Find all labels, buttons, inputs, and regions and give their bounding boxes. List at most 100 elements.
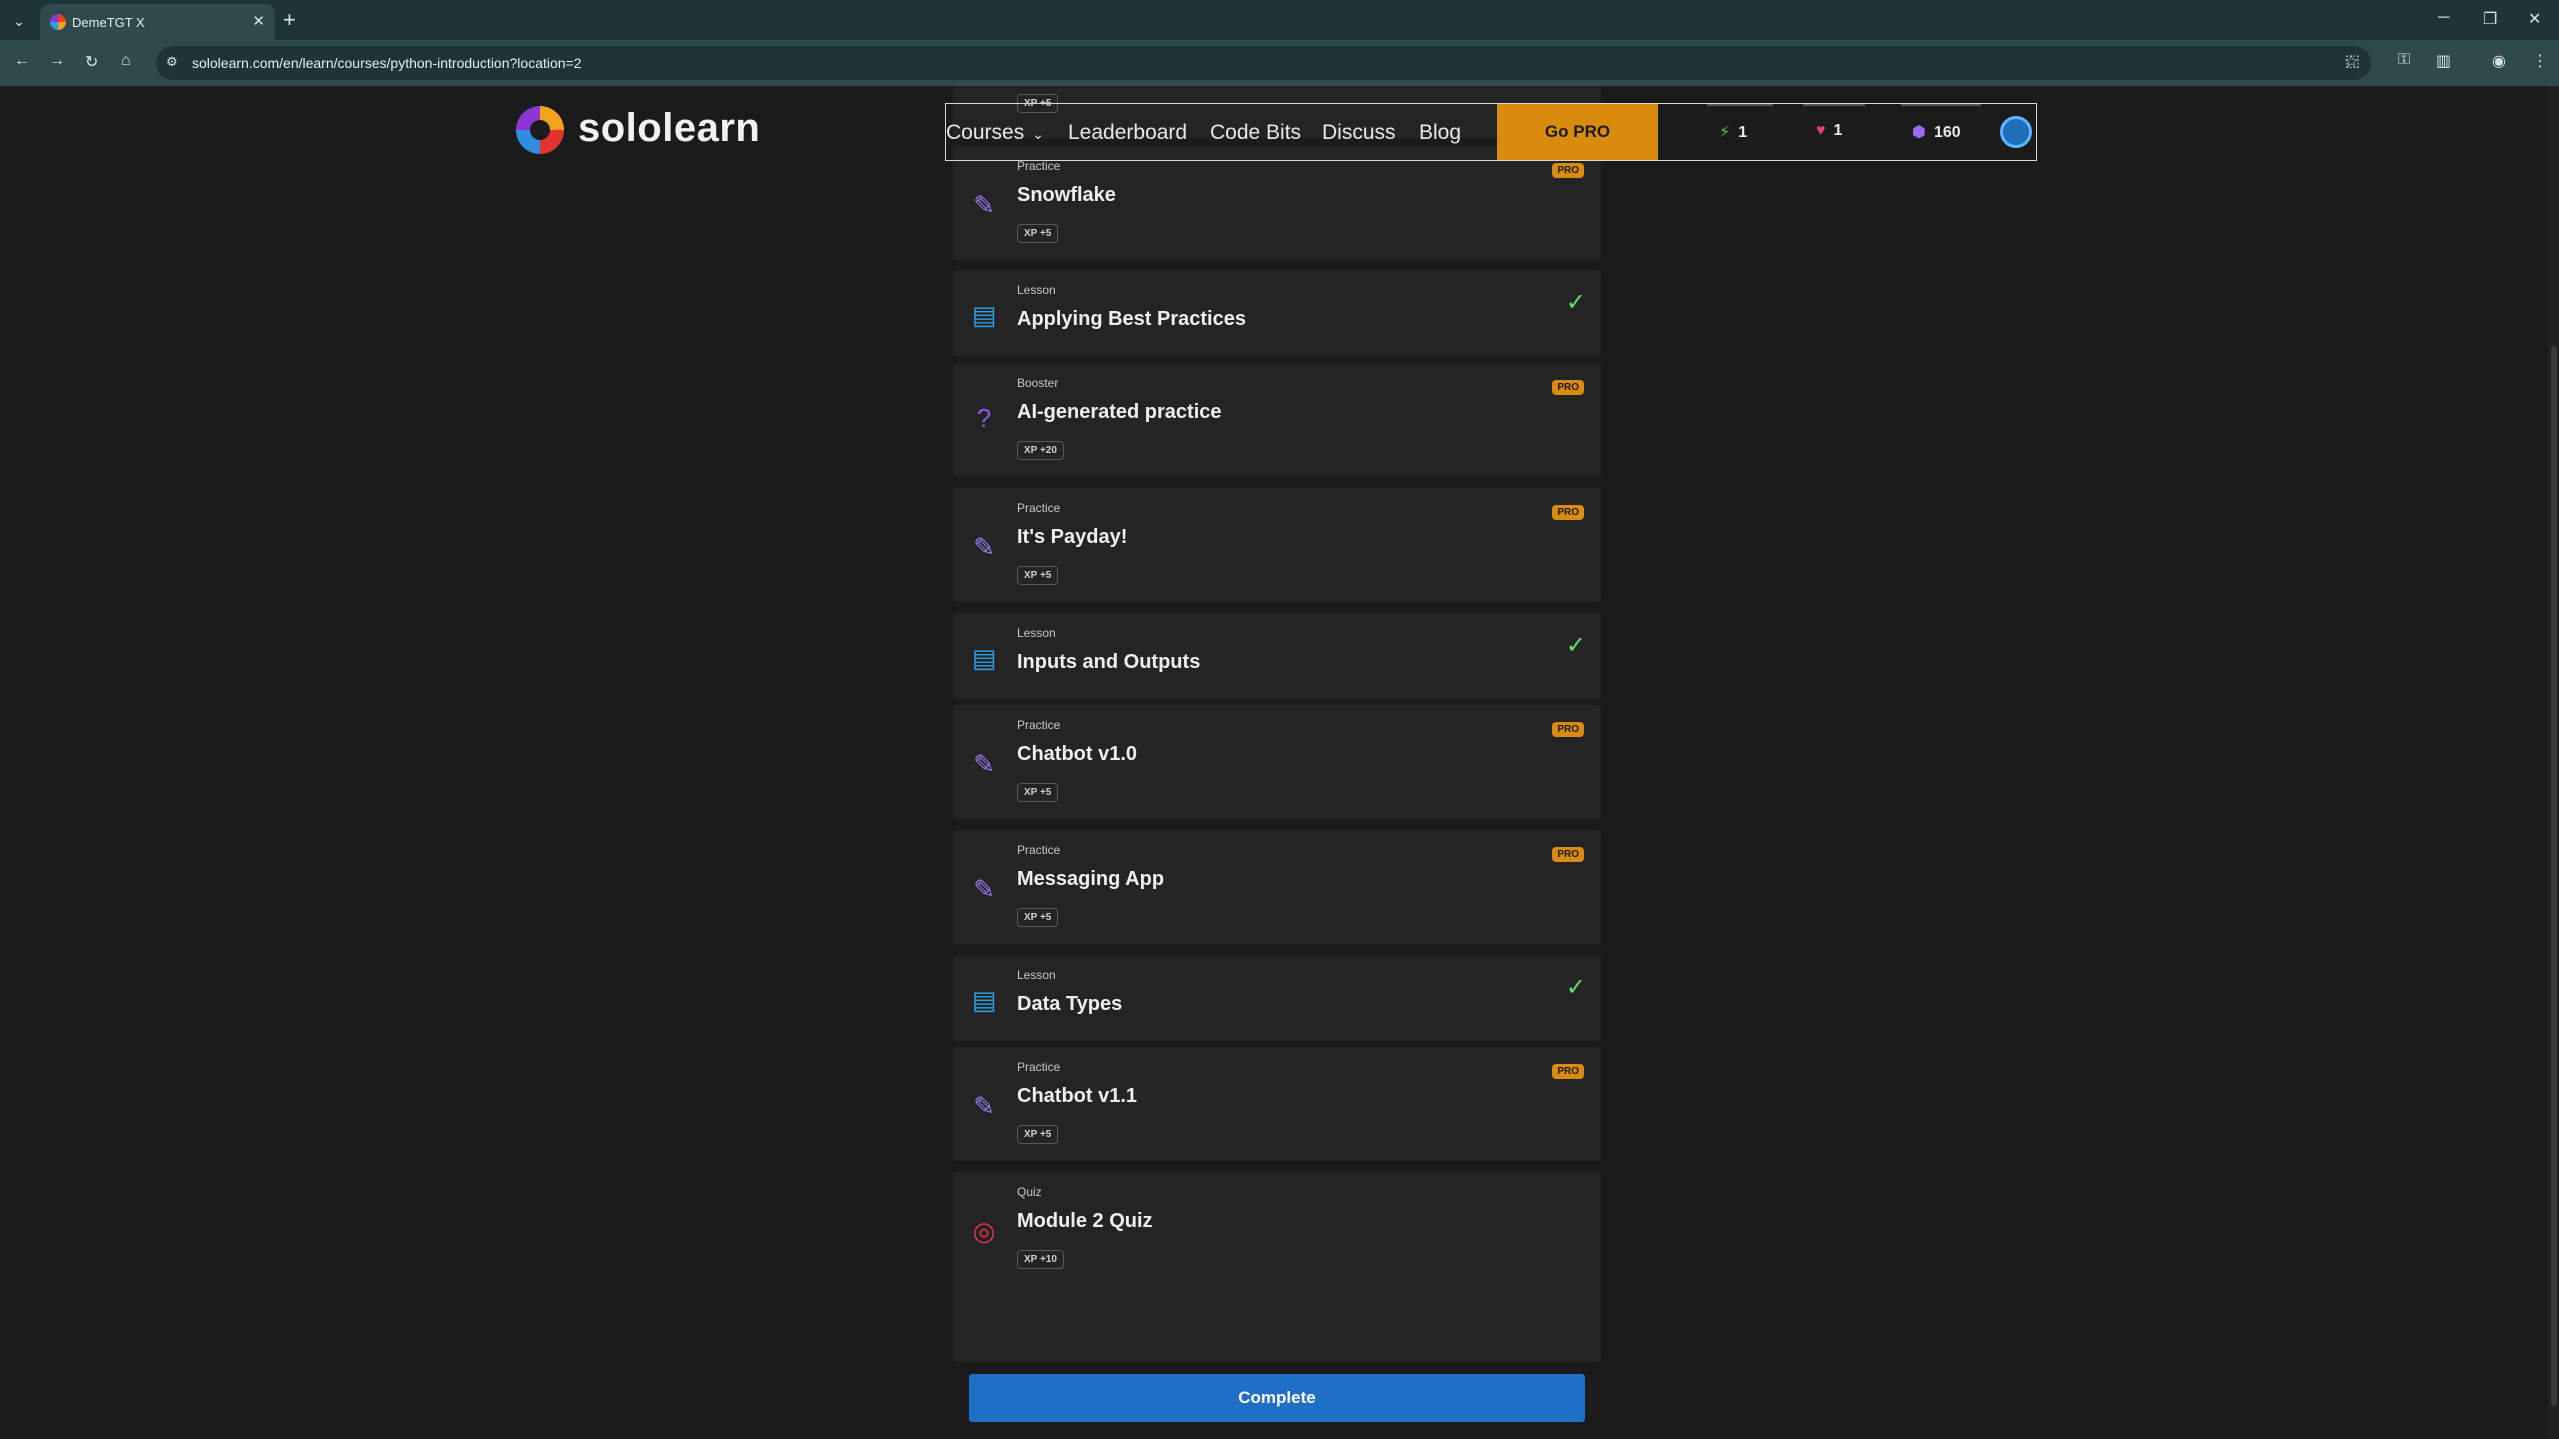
pencil-icon: ✎ — [973, 532, 995, 562]
pro-badge: PRO — [1552, 1064, 1584, 1079]
reading-mode-icon[interactable]: ▥ — [2436, 51, 2451, 71]
profile-icon[interactable]: ◉ — [2492, 51, 2506, 71]
url-text[interactable]: sololearn.com/en/learn/courses/python-in… — [192, 55, 582, 71]
item-type: Lesson — [1017, 283, 1056, 297]
password-key-icon[interactable]: ⚿ — [2398, 51, 2410, 69]
item-type: Lesson — [1017, 626, 1056, 640]
streak-counter[interactable]: ⚡ 1 — [1719, 122, 1747, 142]
nav-discuss[interactable]: Discuss — [1322, 121, 1396, 145]
tab-list-button[interactable]: ⌄ — [6, 8, 32, 34]
item-title: Applying Best Practices — [1017, 308, 1246, 330]
browser-tab-bar: ⌄ DemeTGT X ✕ + ─ ❐ ✕ — [0, 0, 2559, 40]
pencil-icon: ✎ — [973, 190, 995, 220]
sololearn-logo-icon — [516, 106, 564, 154]
pencil-icon: ✎ — [973, 874, 995, 904]
item-title: Snowflake — [1017, 184, 1116, 206]
xp-badge: XP +5 — [1017, 908, 1059, 927]
item-title: Data Types — [1017, 993, 1123, 1015]
list-item[interactable]: ✎ Practice Chatbot v1.0 XP +5 PRO — [953, 705, 1601, 819]
xp-badge: XP +5 — [1017, 224, 1059, 243]
list-item[interactable]: ▤ Lesson Data Types ✓ — [953, 955, 1601, 1041]
top-navigation: Courses ⌄ Leaderboard Code Bits Discuss B… — [945, 103, 2037, 161]
back-icon[interactable]: ← — [14, 52, 30, 70]
complete-button[interactable]: Complete — [969, 1374, 1585, 1422]
list-item[interactable]: ✎ Practice Snowflake XP +5 PRO — [953, 146, 1601, 260]
question-mark-icon: ? — [976, 403, 992, 433]
list-item[interactable]: ▤ Lesson Inputs and Outputs ✓ — [953, 613, 1601, 699]
xp-badge: XP +5 — [1017, 566, 1059, 585]
pro-badge: PRO — [1552, 505, 1584, 520]
nav-code-bits[interactable]: Code Bits — [1210, 121, 1301, 145]
page-content: sololearn XP +5 ✎ Practice Snowflake XP … — [0, 86, 2559, 1439]
forward-icon[interactable]: → — [49, 52, 65, 70]
gems-counter[interactable]: ⬢ 160 — [1912, 122, 1961, 142]
list-item[interactable]: ✎ Practice Messaging App XP +5 PRO — [953, 830, 1601, 944]
gem-icon: ⬢ — [1912, 124, 1926, 141]
site-info-icon[interactable]: ⚙ — [166, 54, 178, 70]
item-type: Practice — [1017, 718, 1061, 732]
xp-badge: XP +20 — [1017, 441, 1064, 460]
stat-divider — [1901, 104, 1981, 106]
item-title: Inputs and Outputs — [1017, 651, 1201, 673]
nav-leaderboard[interactable]: Leaderboard — [1068, 121, 1187, 145]
list-item[interactable]: ▤ Lesson Applying Best Practices ✓ — [953, 270, 1601, 356]
lesson-doc-icon: ▤ — [971, 643, 997, 673]
browser-toolbar: ← → ↻ ⌂ ⚙ sololearn.com/en/learn/courses… — [0, 40, 2559, 86]
page-scrollbar[interactable] — [2547, 86, 2559, 1439]
sololearn-favicon-icon — [50, 14, 66, 30]
extensions-icon[interactable]: ⬚ — [2345, 51, 2360, 71]
list-item[interactable]: ? Booster AI-generated practice XP +20 P… — [953, 363, 1601, 477]
browser-menu-icon[interactable]: ⋮ — [2532, 51, 2548, 71]
target-quiz-icon: ◎ — [972, 1216, 996, 1246]
xp-badge: XP +10 — [1017, 1250, 1064, 1269]
new-tab-button[interactable]: + — [283, 7, 296, 33]
lightning-icon: ⚡ — [1719, 124, 1731, 141]
reload-icon[interactable]: ↻ — [85, 52, 98, 72]
logo-text: sololearn — [578, 106, 761, 150]
nav-courses-label: Courses — [946, 121, 1025, 144]
pro-badge: PRO — [1552, 847, 1584, 862]
address-bar[interactable]: ⚙ sololearn.com/en/learn/courses/python-… — [156, 46, 2371, 80]
nav-courses[interactable]: Courses ⌄ — [946, 121, 1044, 145]
item-type: Booster — [1017, 376, 1059, 390]
checkmark-icon: ✓ — [1565, 974, 1586, 1001]
hearts-value: 1 — [1833, 122, 1843, 139]
avatar[interactable] — [2000, 116, 2032, 148]
pencil-icon: ✎ — [973, 749, 995, 779]
home-icon[interactable]: ⌂ — [121, 52, 131, 70]
item-title: Chatbot v1.1 — [1017, 1085, 1138, 1107]
item-type: Lesson — [1017, 968, 1056, 982]
minimize-icon[interactable]: ─ — [2438, 9, 2449, 27]
go-pro-button[interactable]: Go PRO — [1497, 104, 1658, 160]
streak-value: 1 — [1738, 124, 1748, 141]
item-title: Module 2 Quiz — [1017, 1210, 1153, 1232]
checkmark-icon: ✓ — [1565, 289, 1586, 316]
item-type: Practice — [1017, 1060, 1061, 1074]
item-title: Chatbot v1.0 — [1017, 743, 1138, 765]
tab-close-icon[interactable]: ✕ — [252, 12, 265, 30]
xp-badge: XP +5 — [1017, 783, 1059, 802]
item-type: Practice — [1017, 843, 1061, 857]
checkmark-icon: ✓ — [1565, 632, 1586, 659]
item-title: It's Payday! — [1017, 526, 1128, 548]
item-title: Messaging App — [1017, 868, 1165, 890]
pro-badge: PRO — [1552, 722, 1584, 737]
lesson-doc-icon: ▤ — [971, 300, 997, 330]
browser-tab[interactable]: DemeTGT X ✕ — [40, 4, 275, 40]
pencil-icon: ✎ — [973, 1091, 995, 1121]
gems-value: 160 — [1933, 124, 1961, 141]
restore-icon[interactable]: ❐ — [2483, 9, 2497, 29]
item-type: Quiz — [1017, 1185, 1042, 1199]
tab-title: DemeTGT X — [72, 15, 145, 30]
pro-badge: PRO — [1552, 163, 1584, 178]
list-item[interactable]: ✎ Practice It's Payday! XP +5 PRO — [953, 488, 1601, 602]
item-title: AI-generated practice — [1017, 401, 1222, 423]
close-window-icon[interactable]: ✕ — [2528, 9, 2541, 29]
list-item[interactable]: ◎ Quiz Module 2 Quiz XP +10 — [953, 1172, 1601, 1362]
hearts-counter[interactable]: ♥ 1 — [1816, 122, 1842, 140]
stat-divider — [1803, 104, 1865, 106]
item-type: Practice — [1017, 159, 1061, 173]
scrollbar-thumb[interactable] — [2551, 346, 2557, 1406]
nav-blog[interactable]: Blog — [1419, 121, 1461, 145]
list-item[interactable]: ✎ Practice Chatbot v1.1 XP +5 PRO — [953, 1047, 1601, 1161]
